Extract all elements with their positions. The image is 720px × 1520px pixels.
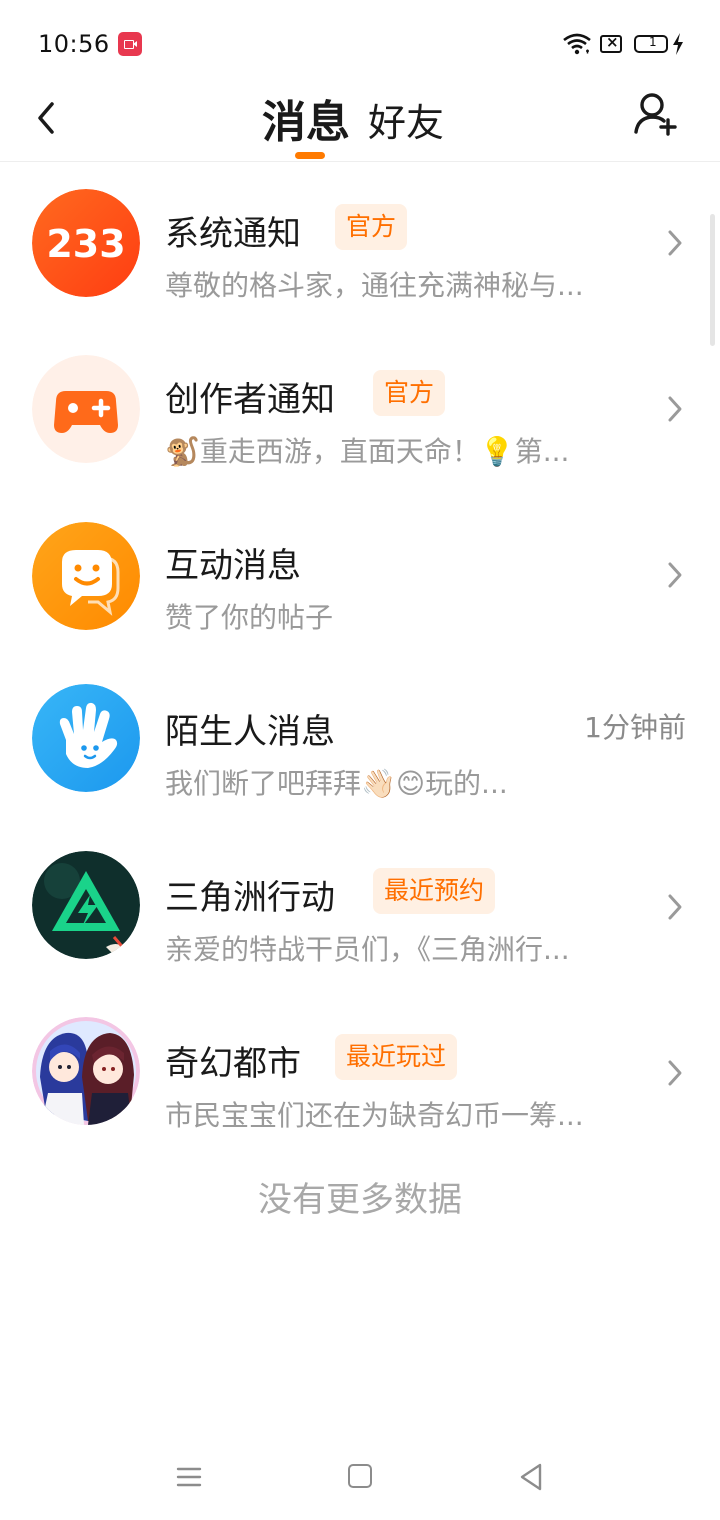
chevron-right-icon [668, 396, 682, 422]
list-item-interaction[interactable]: 互动消息 赞了你的帖子 [0, 494, 720, 660]
avatar-anime-characters [32, 1017, 140, 1125]
menu-icon[interactable] [176, 1464, 202, 1490]
home-icon[interactable] [348, 1464, 372, 1488]
chevron-right-icon [668, 1060, 682, 1086]
wifi-icon [563, 33, 591, 55]
item-preview: 🐒重走西游，直面天命！💡第... [165, 435, 570, 468]
item-preview: 尊敬的格斗家，通往充满神秘与... [165, 269, 584, 302]
chevron-right-icon [668, 230, 682, 256]
item-title: 系统通知 [165, 214, 301, 254]
no-more-data-text: 没有更多数据 [258, 1180, 462, 1220]
list-item-delta-force[interactable]: 三角洲行动 最近预约 亲爱的特战干员们，《三角洲行... [0, 826, 720, 992]
header: 消息 好友 [0, 80, 720, 162]
svg-text:233: 233 [46, 222, 125, 266]
chevron-right-icon [668, 562, 682, 588]
avatar-delta-force-logo [32, 851, 140, 959]
recent-reserve-badge: 最近预约 [373, 868, 496, 914]
add-user-icon[interactable] [632, 90, 680, 138]
avatar-hand-wave [32, 684, 140, 792]
item-preview: 亲爱的特战干员们，《三角洲行... [165, 933, 570, 966]
avatar-233-logo: 233 [32, 189, 140, 297]
item-title: 奇幻都市 [165, 1044, 301, 1084]
item-preview: 市民宝宝们还在为缺奇幻币一筹... [165, 1099, 584, 1132]
item-title: 三角洲行动 [165, 878, 335, 918]
item-title: 陌生人消息 [165, 712, 335, 752]
chevron-right-icon [668, 894, 682, 920]
sim-card-icon [600, 33, 622, 53]
list-item-stranger[interactable]: 陌生人消息 1分钟前 我们断了吧拜拜👋🏻😊玩的... [0, 660, 720, 826]
screen-record-icon [118, 32, 142, 56]
charging-icon [673, 33, 683, 55]
item-preview: 赞了你的帖子 [165, 601, 334, 634]
avatar-gamepad [32, 355, 140, 463]
status-bar: 10:56 1 [0, 0, 720, 80]
item-preview: 我们断了吧拜拜👋🏻😊玩的... [165, 767, 508, 800]
official-badge: 官方 [335, 204, 408, 250]
battery-level: 1 [649, 35, 657, 49]
system-nav-bar [0, 1440, 720, 1520]
status-time: 10:56 [38, 30, 110, 58]
list-item-creator-notice[interactable]: 创作者通知 官方 🐒重走西游，直面天命！💡第... [0, 328, 720, 494]
item-title: 创作者通知 [165, 380, 335, 420]
official-badge: 官方 [373, 370, 446, 416]
item-time: 1分钟前 [584, 711, 686, 744]
list-item-system-notice[interactable]: 233 系统通知 官方 尊敬的格斗家，通往充满神秘与... [0, 162, 720, 328]
tab-indicator [295, 152, 325, 159]
chevron-left-icon[interactable] [32, 98, 62, 138]
list-item-fantasy-city[interactable]: 奇幻都市 最近玩过 市民宝宝们还在为缺奇幻币一筹... [0, 992, 720, 1158]
tab-friends[interactable]: 好友 [368, 92, 444, 147]
back-triangle-icon[interactable] [518, 1462, 544, 1492]
battery-icon: 1 [634, 35, 668, 53]
tab-messages[interactable]: 消息 [262, 86, 350, 150]
item-title: 互动消息 [165, 546, 301, 586]
avatar-chat-smile [32, 522, 140, 630]
recent-played-badge: 最近玩过 [335, 1034, 458, 1080]
